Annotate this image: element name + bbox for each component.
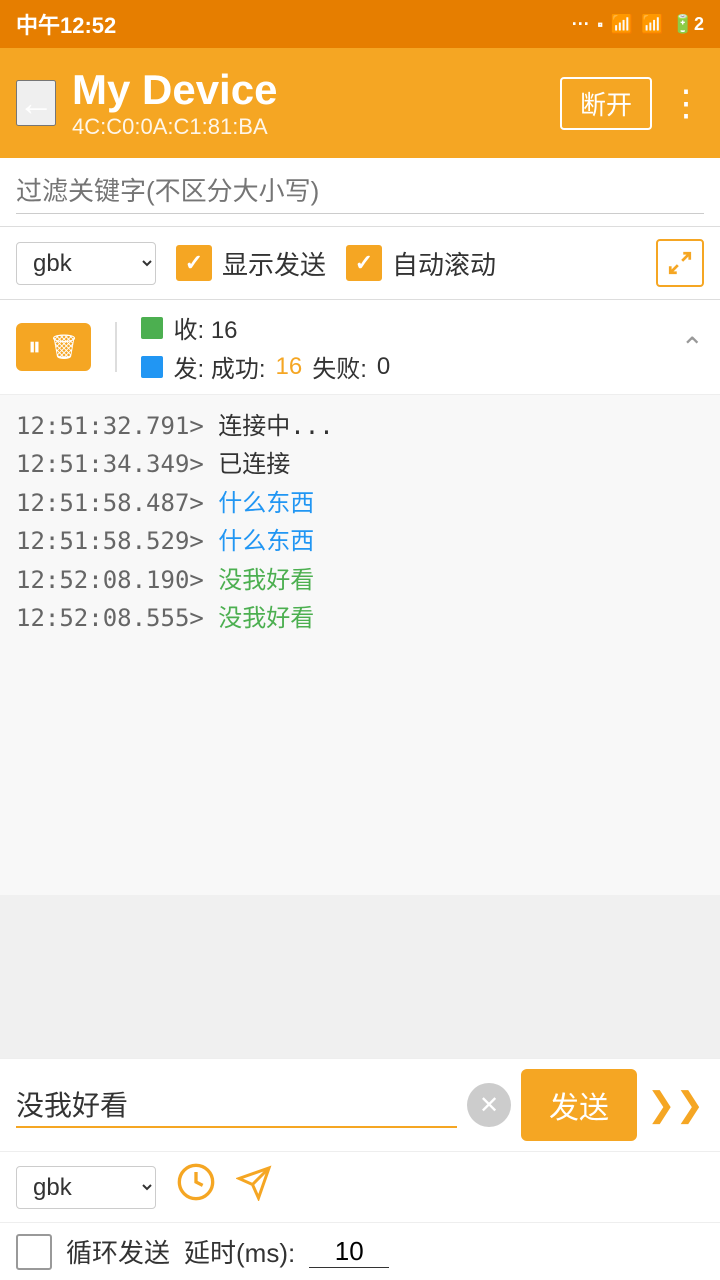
send-fail-count: 0	[377, 353, 390, 381]
auto-scroll-checkbox[interactable]	[346, 245, 382, 281]
toolbar: ← My Device 4C:C0:0A:C1:81:BA 断开 ⋮	[0, 48, 720, 158]
loop-label: 循环发送	[66, 1233, 170, 1270]
encoding-select[interactable]: gbk utf-8	[16, 242, 156, 285]
direct-send-button[interactable]	[236, 1165, 272, 1210]
status-time: 中午12:52	[16, 8, 116, 40]
clear-icon: 🗑	[49, 333, 79, 362]
loop-row: 循环发送 延时(ms):	[0, 1223, 720, 1280]
pause-icon: ⏸	[28, 331, 41, 363]
bluetooth-icon: ⬞	[598, 14, 603, 35]
status-icons: ··· ⬞ 📶 📶 🔋2	[572, 14, 704, 35]
divider	[115, 322, 117, 372]
send-stats: 发: 成功: 16 失败: 0	[141, 349, 664, 384]
send-success-count: 16	[276, 353, 303, 381]
auto-scroll-label: 自动滚动	[392, 245, 496, 282]
log-line: 12:51:32.791> 连接中...	[16, 407, 704, 445]
bottom-area: ✕ 发送 ❯❯ gbk utf-8 循环发送 延时(ms):	[0, 1058, 720, 1280]
device-name: My Device	[72, 66, 544, 114]
more-menu-button[interactable]: ⋮	[668, 82, 704, 124]
message-input[interactable]	[16, 1082, 457, 1128]
controls-bar: gbk utf-8 显示发送 自动滚动	[0, 227, 720, 300]
fullscreen-button[interactable]	[656, 239, 704, 287]
bottom-encoding-select[interactable]: gbk utf-8	[16, 1166, 156, 1209]
status-bar: 中午12:52 ··· ⬞ 📶 📶 🔋2	[0, 0, 720, 48]
send-button[interactable]: 发送	[521, 1069, 637, 1141]
delay-input[interactable]	[309, 1236, 389, 1268]
battery-icon: 🔋2	[672, 14, 704, 35]
show-send-group: 显示发送	[176, 245, 326, 282]
recv-dot	[141, 317, 163, 339]
toolbar-actions: 断开 ⋮	[560, 77, 704, 130]
auto-scroll-group: 自动滚动	[346, 245, 496, 282]
signal-dots-icon: ···	[572, 14, 590, 35]
recv-stats: 收: 16	[141, 310, 664, 345]
filter-input[interactable]	[16, 170, 704, 214]
show-send-checkbox[interactable]	[176, 245, 212, 281]
filter-bar	[0, 158, 720, 227]
log-area: 12:51:32.791> 连接中...12:51:34.349> 已连接12:…	[0, 395, 720, 895]
loop-checkbox[interactable]	[16, 1234, 52, 1270]
log-line: 12:51:58.487> 什么东西	[16, 484, 704, 522]
log-line: 12:51:34.349> 已连接	[16, 445, 704, 483]
disconnect-button[interactable]: 断开	[560, 77, 652, 130]
wifi-icon: 📶	[641, 14, 663, 35]
log-line: 12:52:08.555> 没我好看	[16, 599, 704, 637]
log-line: 12:51:58.529> 什么东西	[16, 522, 704, 560]
device-mac: 4C:C0:0A:C1:81:BA	[72, 114, 544, 140]
send-prefix: 发: 成功:	[173, 349, 265, 384]
log-line: 12:52:08.190> 没我好看	[16, 561, 704, 599]
send-dot	[141, 356, 163, 378]
extra-controls-row: gbk utf-8	[0, 1152, 720, 1223]
toolbar-title: My Device 4C:C0:0A:C1:81:BA	[72, 66, 544, 140]
input-row: ✕ 发送 ❯❯	[0, 1059, 720, 1152]
show-send-label: 显示发送	[222, 245, 326, 282]
stats-text: 收: 16 发: 成功: 16 失败: 0	[141, 310, 664, 384]
expand-button[interactable]: ❯❯	[647, 1085, 704, 1125]
send-fail-prefix: 失败:	[312, 349, 367, 384]
delay-label: 延时(ms):	[184, 1233, 295, 1270]
back-button[interactable]: ←	[16, 80, 56, 126]
collapse-button[interactable]: ⌃	[681, 331, 704, 364]
history-button[interactable]	[176, 1162, 216, 1212]
stats-buttons[interactable]: ⏸ 🗑	[16, 323, 91, 371]
signal-bars-icon: 📶	[611, 14, 633, 35]
stats-bar: ⏸ 🗑 收: 16 发: 成功: 16 失败: 0 ⌃	[0, 300, 720, 395]
recv-label: 收: 16	[173, 310, 237, 345]
clear-input-button[interactable]: ✕	[467, 1083, 511, 1127]
